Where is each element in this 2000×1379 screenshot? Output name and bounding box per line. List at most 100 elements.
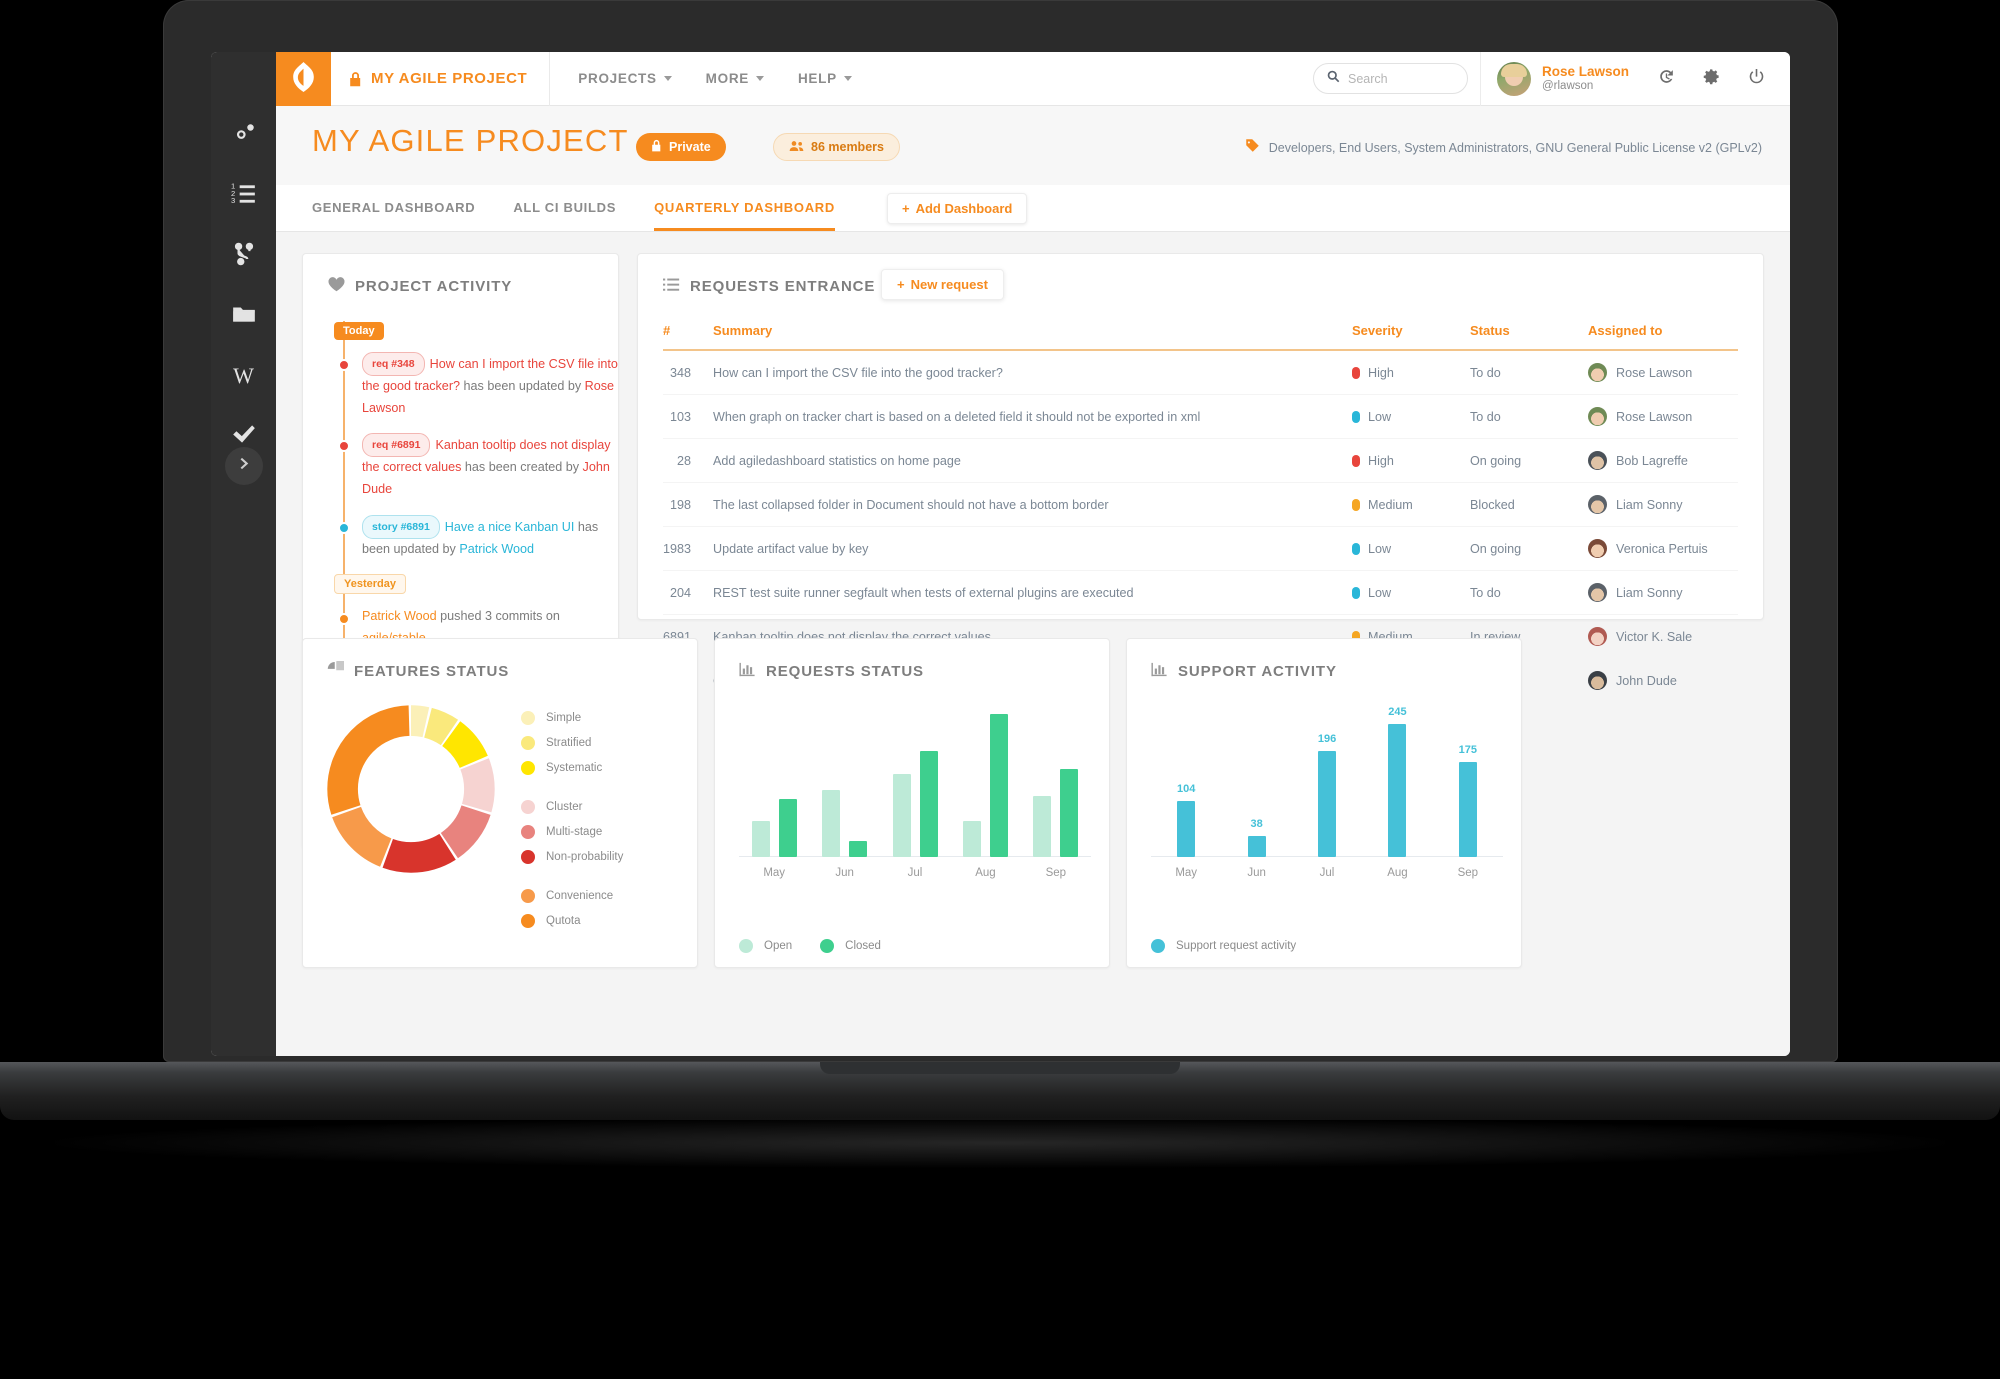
search-box[interactable] xyxy=(1313,63,1468,94)
request-summary[interactable]: The last collapsed folder in Document sh… xyxy=(713,482,1352,527)
app-logo[interactable] xyxy=(276,52,331,106)
requests-status-chart: May Jun Jul Aug Sep xyxy=(739,705,1091,881)
activity-item[interactable]: req #6891 Kanban tooltip does not display… xyxy=(334,433,618,500)
assignee-name[interactable]: Rose Lawson xyxy=(1616,366,1692,380)
request-summary[interactable]: REST test suite runner segfault when tes… xyxy=(713,570,1352,615)
assignee-name[interactable]: Liam Sonny xyxy=(1616,498,1683,512)
activity-link[interactable]: Patrick Wood xyxy=(362,609,437,623)
request-severity: Low xyxy=(1352,526,1470,571)
column-header-[interactable]: # xyxy=(663,323,714,351)
bar[interactable] xyxy=(1247,836,1266,857)
rail-item-folder[interactable] xyxy=(211,286,276,346)
menu-help[interactable]: HELP xyxy=(798,71,852,86)
assignee-name[interactable]: Veronica Pertuis xyxy=(1616,542,1708,556)
bar[interactable] xyxy=(822,790,841,857)
assignee-name[interactable]: John Dude xyxy=(1616,674,1677,688)
activity-item-pill[interactable]: story #6891 xyxy=(362,514,440,539)
table-row[interactable]: 348 How can I import the CSV file into th… xyxy=(663,350,1738,395)
table-row[interactable]: 204 REST test suite runner segfault when … xyxy=(663,570,1738,615)
table-row[interactable]: 198 The last collapsed folder in Document… xyxy=(663,482,1738,527)
rail-item-ordered-list[interactable]: 123 xyxy=(211,166,276,226)
menu-projects-label: PROJECTS xyxy=(578,71,657,86)
bar[interactable] xyxy=(892,774,911,857)
rail-item-gears[interactable] xyxy=(211,106,276,166)
search-input[interactable] xyxy=(1348,71,1454,86)
request-summary[interactable]: When graph on tracker chart is based on … xyxy=(713,394,1352,439)
activity-item-pill[interactable]: req #6891 xyxy=(362,433,431,458)
column-header-status[interactable]: Status xyxy=(1470,323,1588,351)
x-tick-label: Jul xyxy=(907,867,923,879)
avatar[interactable] xyxy=(1497,62,1531,96)
request-summary[interactable]: Update artifact value by key xyxy=(713,526,1352,571)
legend-item[interactable]: Open xyxy=(739,939,792,953)
activity-dot xyxy=(338,521,350,534)
x-tick-label: Aug xyxy=(1387,867,1408,879)
bar[interactable] xyxy=(751,820,770,857)
legend-item[interactable]: Qutota xyxy=(521,914,671,928)
rail-expand-button[interactable] xyxy=(225,447,263,485)
legend-item[interactable]: Support request activity xyxy=(1151,939,1296,953)
assignee-name[interactable]: Liam Sonny xyxy=(1616,586,1683,600)
activity-item[interactable]: req #348How can I import the CSV file in… xyxy=(334,352,618,419)
menu-projects[interactable]: PROJECTS xyxy=(578,71,672,86)
column-header-assigned-to[interactable]: Assigned to xyxy=(1588,323,1738,351)
members-badge[interactable]: 86 members xyxy=(773,133,900,161)
table-row[interactable]: 1983 Update artifact value by key Low On go… xyxy=(663,526,1738,571)
request-id: 1983 xyxy=(663,526,714,571)
legend-item[interactable]: Simple xyxy=(521,711,671,725)
rail-item-git-branch[interactable] xyxy=(211,226,276,286)
bar[interactable] xyxy=(1033,796,1052,857)
gear-icon[interactable] xyxy=(1702,67,1721,91)
tab-all-ci-builds[interactable]: ALL CI BUILDS xyxy=(513,200,616,231)
menu-more[interactable]: MORE xyxy=(706,71,764,86)
bar[interactable] xyxy=(778,798,797,857)
activity-item-pill[interactable]: req #348 xyxy=(362,352,425,377)
add-dashboard-button[interactable]: + Add Dashboard xyxy=(886,193,1028,224)
new-request-button[interactable]: + New request xyxy=(881,269,1004,300)
assignee-name[interactable]: Victor K. Sale xyxy=(1616,630,1692,644)
bar[interactable] xyxy=(1060,769,1079,857)
project-breadcrumb[interactable]: MY AGILE PROJECT xyxy=(331,52,551,106)
bar[interactable] xyxy=(1177,800,1196,857)
assignee-name[interactable]: Bob Lagreffe xyxy=(1616,454,1688,468)
bar[interactable] xyxy=(1318,750,1337,857)
user-identity[interactable]: Rose Lawson @rlawson xyxy=(1542,64,1629,94)
legend-swatch xyxy=(521,850,535,864)
bar[interactable] xyxy=(989,713,1008,857)
x-tick-label: Jun xyxy=(835,867,854,879)
bar[interactable] xyxy=(1458,762,1477,857)
legend-item[interactable]: Stratified xyxy=(521,736,671,750)
legend-item[interactable]: Closed xyxy=(820,939,881,953)
bar[interactable] xyxy=(919,751,938,857)
bar[interactable] xyxy=(1388,724,1407,857)
bar[interactable] xyxy=(962,820,981,857)
table-row[interactable]: 28 Add agiledashboard statistics on home … xyxy=(663,438,1738,483)
rail-item-wiki[interactable]: W xyxy=(211,346,276,406)
bar[interactable] xyxy=(849,841,868,857)
legend-item[interactable]: Cluster xyxy=(521,800,671,814)
legend-swatch xyxy=(521,736,535,750)
legend-item[interactable]: Systematic xyxy=(521,761,671,775)
request-status: On going xyxy=(1470,438,1588,483)
history-icon[interactable] xyxy=(1657,67,1676,91)
activity-item[interactable]: story #6891 Have a nice Kanban UI has bee… xyxy=(334,514,618,561)
x-tick-label: May xyxy=(1175,867,1198,879)
legend-item[interactable]: Convenience xyxy=(521,889,671,903)
legend-label: Convenience xyxy=(546,890,614,902)
power-icon[interactable] xyxy=(1747,67,1766,91)
tab-general-dashboard[interactable]: GENERAL DASHBOARD xyxy=(312,200,475,231)
activity-link[interactable]: Have a nice Kanban UI xyxy=(445,520,575,534)
column-header-severity[interactable]: Severity xyxy=(1352,323,1470,351)
bar-group xyxy=(739,705,809,857)
tab-quarterly-dashboard[interactable]: QUARTERLY DASHBOARD xyxy=(654,200,835,231)
legend-item[interactable]: Multi-stage xyxy=(521,825,671,839)
bar-chart-icon xyxy=(739,661,756,682)
table-row[interactable]: 103 When graph on tracker chart is based … xyxy=(663,394,1738,439)
legend-item[interactable]: Non-probability xyxy=(521,850,671,864)
activity-link[interactable]: Patrick Wood xyxy=(459,542,534,556)
column-header-summary[interactable]: Summary xyxy=(713,323,1352,351)
request-summary[interactable]: Add agiledashboard statistics on home pa… xyxy=(713,438,1352,483)
assignee-name[interactable]: Rose Lawson xyxy=(1616,410,1692,424)
request-summary[interactable]: How can I import the CSV file into the g… xyxy=(713,350,1352,395)
status-badge-private[interactable]: Private xyxy=(636,133,726,161)
